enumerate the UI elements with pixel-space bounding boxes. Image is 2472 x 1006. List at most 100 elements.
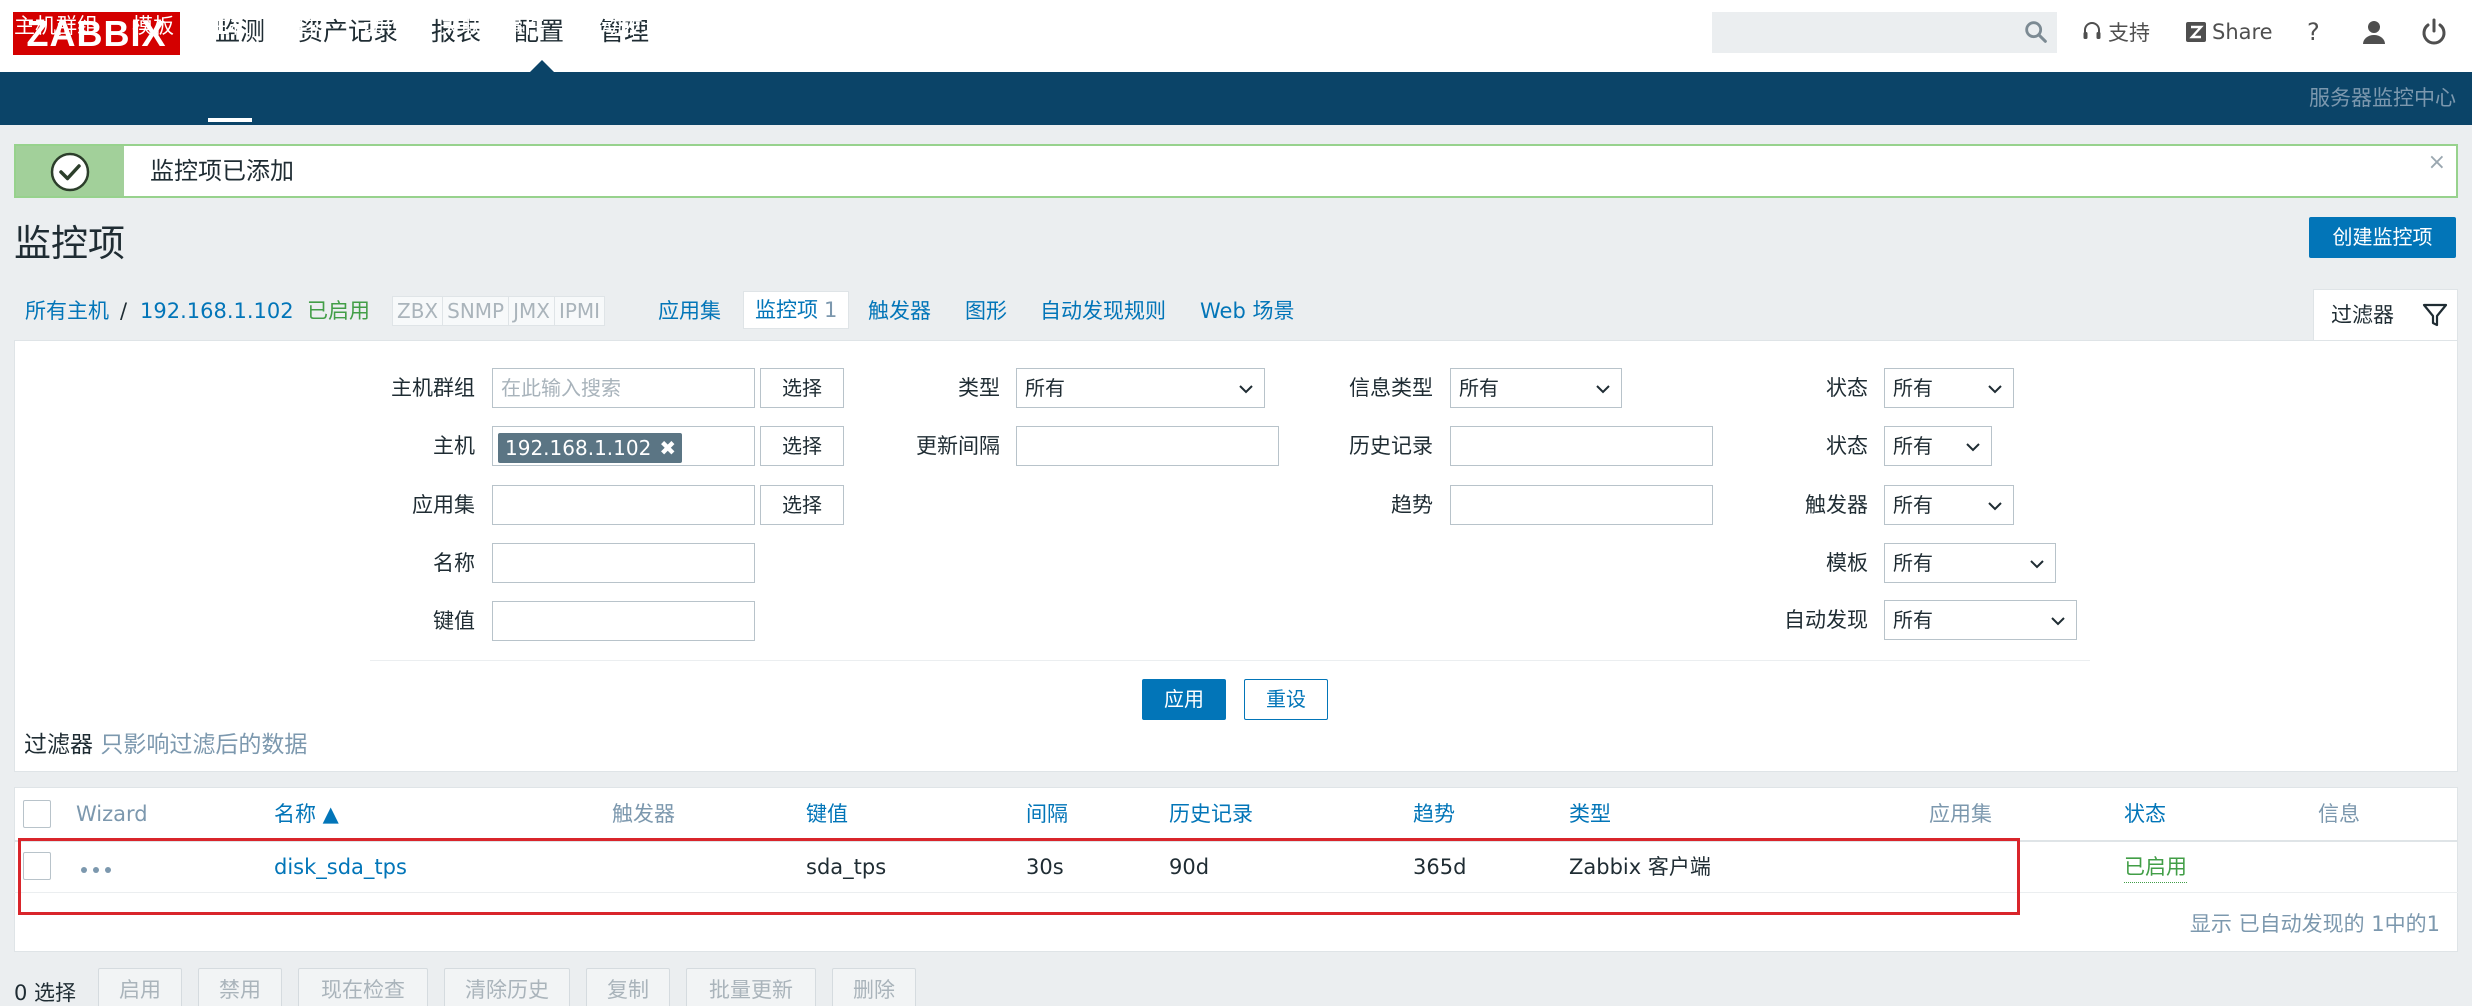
discovery-select-value: 所有: [1893, 608, 1933, 632]
history-input[interactable]: [1450, 426, 1713, 466]
close-icon[interactable]: ×: [2428, 150, 2446, 175]
host-group-input[interactable]: 在此输入搜索: [492, 368, 755, 408]
breadcrumb-all-hosts[interactable]: 所有主机: [25, 296, 109, 326]
col-header-applications: 应用集: [1929, 802, 1992, 826]
subnav-services[interactable]: 服务: [699, 0, 741, 53]
info-type-select[interactable]: 所有: [1450, 368, 1622, 408]
apply-filter-button[interactable]: 应用: [1142, 679, 1226, 720]
subnav-actions[interactable]: 动作: [363, 0, 405, 53]
col-header-info: 信息: [2318, 802, 2360, 826]
user-profile-icon[interactable]: [2358, 16, 2390, 48]
status-select[interactable]: 所有: [1884, 368, 2014, 408]
subnav-event-correlation[interactable]: 关联项事件: [440, 0, 545, 53]
reset-filter-button[interactable]: 重设: [1244, 679, 1328, 720]
col-header-interval[interactable]: 间隔: [1026, 798, 1068, 830]
col-header-key[interactable]: 键值: [806, 798, 848, 830]
col-header-name[interactable]: 名称 ▲: [274, 798, 339, 830]
host-group-label: 主机群组: [391, 376, 475, 400]
application-input[interactable]: [492, 485, 755, 525]
item-status[interactable]: 已启用: [2124, 853, 2187, 883]
filter-tab-label: 过滤器: [2331, 303, 2394, 327]
type-label: 类型: [958, 376, 1000, 400]
triggers-select[interactable]: 所有: [1884, 485, 2014, 525]
col-header-status[interactable]: 状态: [2124, 798, 2166, 830]
tab-triggers[interactable]: 触发器: [868, 296, 931, 326]
col-header-type[interactable]: 类型: [1569, 798, 1611, 830]
interval-input[interactable]: [1016, 426, 1279, 466]
tab-applications[interactable]: 应用集: [658, 296, 721, 326]
subnav-templates[interactable]: 模板: [132, 0, 174, 53]
host-status-enabled[interactable]: 已启用: [307, 296, 370, 326]
tab-web-scenarios[interactable]: Web 场景: [1200, 296, 1294, 326]
sign-out-icon[interactable]: [2418, 16, 2450, 48]
delete-button[interactable]: 删除: [832, 968, 916, 1006]
col-header-trends[interactable]: 趋势: [1413, 798, 1455, 830]
availability-badges: ZBX SNMP JMX IPMI: [392, 296, 606, 326]
mass-update-button[interactable]: 批量更新: [686, 968, 816, 1006]
chevron-down-icon: [2030, 560, 2044, 569]
breadcrumb-host[interactable]: 192.168.1.102: [140, 296, 294, 326]
chevron-down-icon: [2051, 617, 2065, 626]
remove-chip-icon[interactable]: ✖: [659, 436, 676, 460]
key-input[interactable]: [492, 601, 755, 641]
server-name: 服务器监控中心: [2309, 86, 2456, 110]
chevron-down-icon: [1988, 502, 2002, 511]
headset-icon: [2083, 22, 2101, 39]
template-select[interactable]: 所有: [1884, 543, 2056, 583]
discovery-select[interactable]: 所有: [1884, 600, 2077, 640]
host-group-select-button[interactable]: 选择: [760, 368, 844, 408]
info-type-select-value: 所有: [1459, 376, 1499, 400]
breadcrumb-separator: /: [120, 299, 128, 323]
filter-funnel-icon: [2422, 303, 2448, 327]
host-chip: 192.168.1.102 ✖: [498, 433, 683, 463]
state-select[interactable]: 所有: [1884, 426, 1992, 466]
tab-graphs[interactable]: 图形: [965, 296, 1007, 326]
filter-note-title: 过滤器: [24, 732, 93, 758]
col-header-wizard: Wizard: [76, 802, 148, 826]
host-select-button[interactable]: 选择: [760, 426, 844, 466]
template-select-value: 所有: [1893, 551, 1933, 575]
chevron-down-icon: [1966, 443, 1980, 452]
tab-items-count: 1: [824, 298, 838, 322]
selected-count: 0 选择: [14, 981, 77, 1005]
badge-jmx: JMX: [509, 297, 555, 325]
select-all-checkbox[interactable]: [23, 800, 51, 828]
host-chip-label: 192.168.1.102: [505, 436, 652, 460]
subnav-maintenance[interactable]: 维护: [286, 0, 328, 53]
global-search-input[interactable]: [1712, 12, 2057, 53]
state-label: 状态: [1826, 434, 1868, 458]
clear-history-button[interactable]: 清除历史: [444, 968, 570, 1006]
filter-tab[interactable]: 过滤器: [2313, 289, 2458, 341]
type-select[interactable]: 所有: [1016, 368, 1265, 408]
copy-button[interactable]: 复制: [586, 968, 670, 1006]
chevron-down-icon: [1988, 385, 2002, 394]
subnav-hosts[interactable]: 主机: [209, 0, 251, 53]
col-header-history[interactable]: 历史记录: [1169, 798, 1253, 830]
support-link[interactable]: 支持: [2082, 17, 2150, 47]
triggers-select-value: 所有: [1893, 493, 1933, 517]
enable-button[interactable]: 启用: [98, 968, 182, 1006]
filter-note: 过滤器 只影响过滤后的数据: [24, 730, 307, 760]
success-message: 监控项已添加 ×: [14, 144, 2458, 198]
tab-items[interactable]: 监控项 1: [743, 291, 850, 329]
check-now-button[interactable]: 现在检查: [298, 968, 428, 1006]
filter-note-subtitle: 只影响过滤后的数据: [100, 732, 308, 758]
search-icon[interactable]: [2022, 18, 2050, 46]
active-subnav-underline: [208, 118, 252, 122]
subnav-discovery[interactable]: 自动发现: [580, 0, 664, 53]
state-select-value: 所有: [1893, 434, 1933, 458]
trends-input[interactable]: [1450, 485, 1713, 525]
row-highlight-box: [18, 838, 2020, 915]
status-select-value: 所有: [1893, 376, 1933, 400]
message-text: 监控项已添加: [150, 157, 294, 185]
disable-button[interactable]: 禁用: [198, 968, 282, 1006]
create-item-button[interactable]: 创建监控项: [2309, 217, 2456, 258]
filter-divider: [370, 660, 2090, 661]
help-icon[interactable]: ?: [2307, 17, 2320, 47]
history-label: 历史记录: [1349, 434, 1433, 458]
application-select-button[interactable]: 选择: [760, 485, 844, 525]
share-link[interactable]: Share: [2186, 17, 2273, 47]
tab-discovery-rules[interactable]: 自动发现规则: [1040, 296, 1166, 326]
subnav-host-groups[interactable]: 主机群组: [14, 0, 98, 53]
name-input[interactable]: [492, 543, 755, 583]
